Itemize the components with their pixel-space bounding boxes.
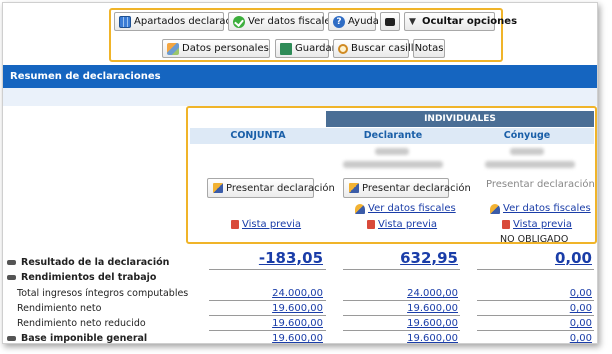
presentar-conyuge-disabled: Presentar declaración: [486, 179, 595, 190]
rendimiento-reducido-conyuge-value[interactable]: 0,00: [570, 318, 592, 329]
row-resultado-text: Resultado de la declaración: [21, 257, 170, 268]
col-declarante-header: Declarante: [326, 128, 460, 144]
fiscal-data-icon: [355, 203, 365, 214]
guardar-button[interactable]: Guardar: [275, 39, 336, 58]
pointer-icon: [7, 275, 16, 280]
row-divider: [343, 300, 460, 301]
rendimiento-neto-declarante-value[interactable]: 19.600,00: [407, 303, 458, 314]
guardar-label: Guardar: [295, 43, 336, 54]
declarante-ver-datos-fiscales-link[interactable]: Ver datos fiscales: [355, 203, 456, 214]
row-divider: [343, 269, 460, 270]
total-ingresos-conjunta-value[interactable]: 24.000,00: [272, 288, 323, 299]
datos-personales-button[interactable]: Datos personales: [162, 39, 270, 58]
base-imponible-declarante-value[interactable]: 19.600,00: [407, 333, 458, 343]
resultado-conjunta-value[interactable]: -183,05: [259, 249, 323, 267]
page-title-bar: Resumen de declaraciones: [3, 65, 597, 88]
row-total-ingresos-label: Total ingresos íntegros computables: [17, 288, 189, 299]
row-divider: [209, 330, 326, 331]
row-divider: [209, 315, 326, 316]
conyuge-vista-previa-link[interactable]: Vista previa: [502, 219, 572, 230]
declarante-id-redacted: [375, 148, 409, 155]
declarante-vista-previa-label: Vista previa: [378, 219, 438, 230]
buscar-casilla-button[interactable]: Buscar casilla: [333, 39, 420, 58]
notas-label: Notas: [414, 43, 444, 54]
presentar-conjunta-button[interactable]: Presentar declaración: [207, 178, 335, 198]
notas-button[interactable]: Notas: [413, 39, 445, 58]
row-resultado-label: Resultado de la declaración: [7, 257, 169, 268]
rendimiento-neto-conjunta-value[interactable]: 19.600,00: [272, 303, 323, 314]
help-icon: ?: [333, 15, 345, 28]
row-divider: [477, 269, 594, 270]
total-ingresos-declarante-value[interactable]: 24.000,00: [407, 288, 458, 299]
row-base-imponible-label: Base imponible general: [7, 333, 148, 344]
sign-icon: [349, 183, 359, 193]
sign-icon: [213, 183, 223, 193]
resultado-declarante-value[interactable]: 632,95: [400, 249, 458, 267]
ayuda-label: Ayuda: [348, 16, 379, 27]
rendimiento-neto-conyuge-value[interactable]: 0,00: [570, 303, 592, 314]
total-ingresos-conyuge-value[interactable]: 0,00: [570, 288, 592, 299]
pdf-icon: [502, 220, 510, 229]
sections-icon: [119, 15, 131, 28]
rendimiento-reducido-conjunta-value[interactable]: 19.600,00: [272, 318, 323, 329]
conyuge-ver-datos-fiscales-link[interactable]: Ver datos fiscales: [490, 203, 591, 214]
col-conjunta-header: CONJUNTA: [190, 128, 326, 144]
header-shade: [3, 88, 597, 106]
ver-datos-fiscales-label: Ver datos fiscales: [248, 16, 336, 27]
pointer-icon: [7, 336, 16, 341]
col-conyuge-header: Cónyuge: [460, 128, 594, 144]
row-rendimientos-text: Rendimientos del trabajo: [21, 272, 157, 283]
datos-personales-label: Datos personales: [182, 43, 269, 54]
row-divider: [209, 300, 326, 301]
rendimiento-reducido-declarante-value[interactable]: 19.600,00: [407, 318, 458, 329]
check-icon: [233, 15, 245, 28]
base-imponible-conyuge-value[interactable]: 0,00: [570, 333, 592, 343]
presentar-declarante-label: Presentar declaración: [362, 182, 471, 194]
fiscal-data-icon: [490, 203, 500, 214]
declarante-ver-datos-label: Ver datos fiscales: [368, 203, 456, 214]
individuales-header: INDIVIDUALES: [326, 111, 594, 127]
pointer-icon: [7, 260, 16, 265]
chevron-icon: ▼: [409, 16, 416, 27]
row-rendimiento-neto-label: Rendimiento neto: [17, 303, 102, 314]
conjunta-vista-previa-label: Vista previa: [242, 219, 302, 230]
conyuge-id-redacted: [510, 148, 544, 155]
presentar-declarante-button[interactable]: Presentar declaración: [343, 178, 471, 198]
presentar-conjunta-label: Presentar declaración: [226, 182, 335, 194]
row-divider: [477, 330, 594, 331]
save-icon: [280, 42, 292, 55]
row-divider: [209, 269, 326, 270]
apartados-declaracion-button[interactable]: Apartados declaración: [114, 12, 246, 31]
page-title: Resumen de declaraciones: [10, 71, 161, 82]
row-divider: [343, 315, 460, 316]
pdf-icon: [367, 220, 375, 229]
ocultar-opciones-button[interactable]: ▼ Ocultar opciones: [404, 12, 517, 31]
ver-datos-fiscales-button[interactable]: Ver datos fiscales: [228, 12, 336, 31]
conjunta-vista-previa-link[interactable]: Vista previa: [231, 219, 301, 230]
row-base-imponible-text: Base imponible general: [21, 333, 148, 344]
declarante-name-redacted: [343, 161, 443, 168]
personal-data-icon: [167, 42, 179, 55]
conyuge-status: NO OBLIGADO: [500, 234, 569, 245]
row-divider: [477, 315, 594, 316]
resultado-conyuge-value[interactable]: 0,00: [555, 249, 592, 267]
base-imponible-conjunta-value[interactable]: 19.600,00: [272, 333, 323, 343]
declarante-vista-previa-link[interactable]: Vista previa: [367, 219, 437, 230]
ayuda-button[interactable]: ? Ayuda: [328, 12, 379, 31]
camera-icon: [385, 17, 395, 26]
row-rendimientos-label: Rendimientos del trabajo: [7, 272, 156, 283]
camera-button[interactable]: [380, 12, 400, 31]
pdf-icon: [231, 220, 239, 229]
conyuge-ver-datos-label: Ver datos fiscales: [503, 203, 591, 214]
buscar-casilla-label: Buscar casilla: [351, 43, 420, 54]
conyuge-name-redacted: [485, 161, 575, 168]
search-icon: [338, 43, 348, 54]
conyuge-vista-previa-label: Vista previa: [513, 219, 573, 230]
row-divider: [343, 330, 460, 331]
row-rendimiento-reducido-label: Rendimiento neto reducido: [17, 318, 146, 329]
app-window: Apartados declaración Ver datos fiscales…: [2, 2, 598, 344]
ocultar-opciones-label: Ocultar opciones: [422, 16, 518, 27]
row-divider: [477, 300, 594, 301]
